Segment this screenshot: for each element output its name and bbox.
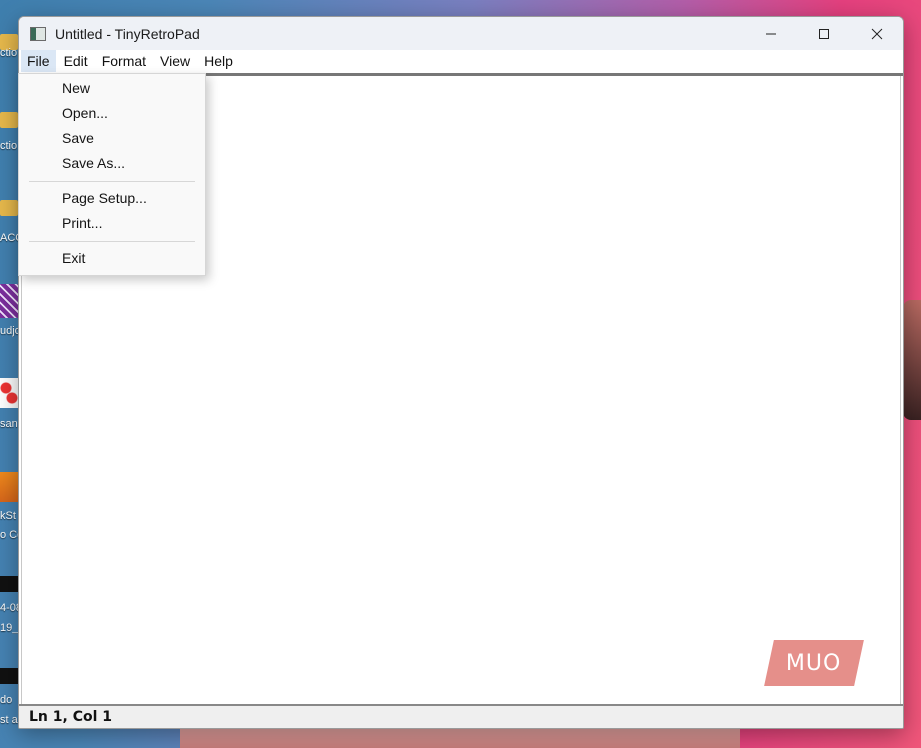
file-thumbnail-icon[interactable] — [0, 576, 18, 592]
menu-item-page-setup[interactable]: Page Setup... — [19, 186, 205, 211]
menu-item-new[interactable]: New — [19, 76, 205, 101]
folder-icon[interactable] — [0, 112, 18, 128]
file-menu-dropdown: New Open... Save Save As... Page Setup..… — [18, 73, 206, 276]
status-bar: Ln 1, Col 1 — [19, 706, 903, 728]
menu-file[interactable]: File — [21, 50, 56, 72]
menu-separator — [29, 241, 195, 242]
menu-item-open[interactable]: Open... — [19, 101, 205, 126]
caption-buttons — [744, 17, 903, 50]
menu-format[interactable]: Format — [96, 50, 152, 72]
cursor-position: Ln 1, Col 1 — [29, 709, 113, 725]
minimize-button[interactable] — [744, 17, 797, 50]
muo-watermark: MUO — [764, 640, 864, 686]
menu-help[interactable]: Help — [198, 50, 239, 72]
wallpaper-art — [180, 726, 740, 748]
file-thumbnail-icon[interactable] — [0, 668, 18, 684]
maximize-button[interactable] — [797, 17, 850, 50]
folder-icon[interactable] — [0, 200, 18, 216]
notepad-icon — [30, 26, 46, 41]
menu-item-save[interactable]: Save — [19, 126, 205, 151]
menu-edit[interactable]: Edit — [58, 50, 94, 72]
menu-view[interactable]: View — [154, 50, 196, 72]
watermark-text: MUO — [786, 650, 842, 676]
app-icon[interactable] — [0, 472, 18, 502]
app-icon[interactable] — [0, 378, 18, 408]
menu-item-print[interactable]: Print... — [19, 211, 205, 236]
close-icon — [871, 28, 882, 39]
title-bar[interactable]: Untitled - TinyRetroPad — [19, 17, 903, 50]
maximize-icon — [818, 28, 829, 39]
menu-separator — [29, 181, 195, 182]
pixel-app-icon[interactable] — [0, 284, 18, 318]
wallpaper-art — [903, 300, 921, 420]
window-title: Untitled - TinyRetroPad — [55, 25, 200, 42]
menu-item-exit[interactable]: Exit — [19, 246, 205, 271]
minimize-icon — [765, 33, 776, 34]
close-button[interactable] — [850, 17, 903, 50]
menu-item-save-as[interactable]: Save As... — [19, 151, 205, 176]
menu-bar: File Edit Format View Help — [19, 50, 903, 72]
